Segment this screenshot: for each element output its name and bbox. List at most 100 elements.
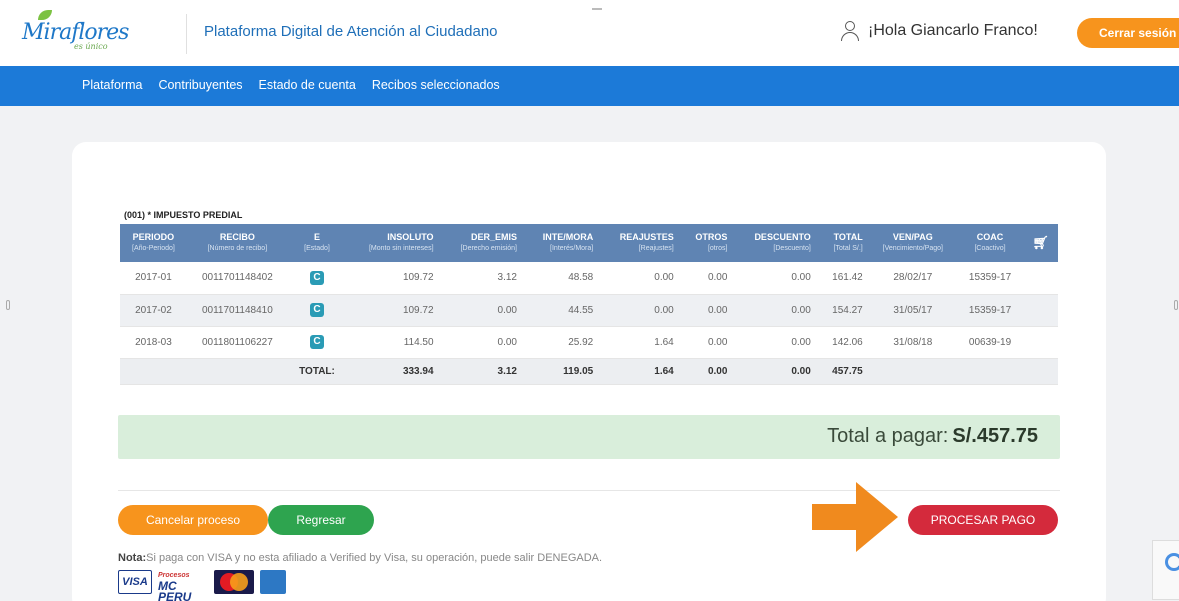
- cell-empty: [956, 358, 1024, 385]
- cell-empty: [120, 358, 187, 385]
- payment-note: Nota:Si paga con VISA y no esta afiliado…: [118, 552, 602, 564]
- col-estado: E [Estado]: [287, 224, 347, 262]
- cell-periodo: 2018-03: [120, 326, 187, 359]
- nav-item-contribuyentes[interactable]: Contribuyentes: [158, 78, 242, 92]
- right-edge-marker: [1174, 300, 1178, 310]
- cell-der-emis: 0.00: [439, 326, 523, 359]
- total-to-pay-amount: S/.457.75: [952, 425, 1038, 447]
- process-payment-button[interactable]: PROCESAR PAGO: [908, 505, 1058, 535]
- cell-empty: [1023, 294, 1058, 327]
- cell-estado: C: [287, 326, 347, 359]
- table-row: 2017-01 0011701148402 C 109.72 3.12 48.5…: [120, 262, 1058, 295]
- payment-methods: VISA Procesos MC PERU: [118, 570, 292, 601]
- total-otros: 0.00: [679, 358, 734, 385]
- total-insoluto: 333.94: [346, 358, 440, 385]
- col-ven-pag: VEN/PAG [Vencimiento/Pago]: [868, 224, 957, 262]
- mc-peru-text: MC PERU: [158, 579, 192, 601]
- left-edge-marker: [6, 300, 10, 310]
- top-handle: [592, 8, 602, 10]
- breadcrumb-nav: Plataforma Contribuyentes Estado de cuen…: [0, 66, 1179, 106]
- mc-peru-logo-icon: Procesos MC PERU: [158, 570, 208, 601]
- recaptcha-badge[interactable]: [1152, 540, 1179, 600]
- col-descuento: DESCUENTO [Descuento]: [733, 224, 817, 262]
- col-inte-mora: INTE/MORA [Interés/Mora]: [522, 224, 600, 262]
- col-recibo: RECIBO [Número de recibo]: [186, 224, 288, 262]
- col-periodo: PERIODO [Año-Periodo]: [120, 224, 187, 262]
- nav-item-plataforma[interactable]: Plataforma: [82, 78, 142, 92]
- estado-badge: C: [310, 270, 324, 285]
- user-icon: [840, 20, 862, 42]
- cart-icon[interactable]: 🛒︎: [1032, 235, 1049, 250]
- nav-item-recibos-seleccionados[interactable]: Recibos seleccionados: [372, 78, 500, 92]
- cell-inte-mora: 25.92: [522, 326, 600, 359]
- totals-row: TOTAL: 333.94 3.12 119.05 1.64 0.00 0.00…: [120, 358, 1058, 385]
- cell-estado: C: [287, 262, 347, 295]
- estado-badge: C: [310, 335, 324, 349]
- cell-reajustes: 0.00: [599, 262, 680, 295]
- cell-otros: 0.00: [679, 294, 734, 327]
- cell-total: 161.42: [816, 262, 869, 295]
- arrow-pointer-icon: [812, 482, 898, 552]
- receipts-table: PERIODO [Año-Periodo] RECIBO [Número de re…: [120, 224, 1058, 385]
- cell-der-emis: 3.12: [439, 262, 523, 295]
- cell-empty: [1023, 358, 1058, 385]
- col-cart: 🛒︎: [1023, 224, 1058, 262]
- cell-reajustes: 1.64: [599, 326, 680, 359]
- cancel-process-button[interactable]: Cancelar proceso: [118, 505, 268, 535]
- cell-coac: 15359-17: [956, 294, 1024, 327]
- cell-inte-mora: 44.55: [522, 294, 600, 327]
- col-insoluto: INSOLUTO [Monto sin intereses]: [346, 224, 440, 262]
- note-label: Nota:: [118, 552, 147, 564]
- app-title: Plataforma Digital de Atención al Ciudad…: [204, 23, 498, 40]
- receipts-card: (001) * IMPUESTO PREDIAL PERIODO [Año-Per…: [72, 142, 1106, 601]
- cell-insoluto: 109.72: [346, 294, 440, 327]
- cell-coac: 00639-19: [956, 326, 1024, 359]
- total-to-pay: Total a pagar: S/.457.75: [827, 425, 1038, 448]
- cell-descuento: 0.00: [733, 262, 817, 295]
- cell-recibo: 0011701148410: [186, 294, 288, 327]
- header: Miraflores es único Plataforma Digital d…: [0, 0, 1179, 66]
- logout-button[interactable]: Cerrar sesión: [1077, 18, 1179, 48]
- cell-coac: 15359-17: [956, 262, 1024, 295]
- cell-recibo: 0011701148402: [186, 262, 288, 295]
- amex-logo-icon: [260, 570, 286, 594]
- totals-label: TOTAL:: [287, 358, 347, 385]
- col-reajustes: REAJUSTES [Reajustes]: [599, 224, 680, 262]
- col-coac: COAC [Coactivo]: [956, 224, 1024, 262]
- cell-reajustes: 0.00: [599, 294, 680, 327]
- cell-empty: [186, 358, 288, 385]
- logo-subtext: es único: [74, 42, 108, 51]
- cell-estado: C: [287, 294, 347, 327]
- col-der-emis: DER_EMIS [Derecho emisión]: [439, 224, 523, 262]
- miraflores-logo[interactable]: Miraflores es único: [14, 10, 129, 58]
- leaf-icon: [38, 10, 52, 20]
- cell-inte-mora: 48.58: [522, 262, 600, 295]
- greeting-text: ¡Hola Giancarlo Franco!: [868, 22, 1038, 39]
- cell-insoluto: 109.72: [346, 262, 440, 295]
- section-title: (001) * IMPUESTO PREDIAL: [124, 210, 243, 220]
- col-otros: OTROS [otros]: [679, 224, 734, 262]
- cell-ven-pag: 31/05/17: [868, 294, 957, 327]
- cell-descuento: 0.00: [733, 294, 817, 327]
- mastercard-logo-icon: [214, 570, 254, 594]
- cell-ven-pag: 31/08/18: [868, 326, 957, 359]
- table-row: 2017-02 0011701148410 C 109.72 0.00 44.5…: [120, 294, 1058, 327]
- cell-recibo: 0011801106227: [186, 326, 288, 359]
- cell-periodo: 2017-02: [120, 294, 187, 327]
- cell-descuento: 0.00: [733, 326, 817, 359]
- total-der-emis: 3.12: [439, 358, 523, 385]
- cell-total: 154.27: [816, 294, 869, 327]
- cell-total: 142.06: [816, 326, 869, 359]
- total-to-pay-bar: Total a pagar: S/.457.75: [118, 415, 1060, 459]
- visa-logo-icon: VISA: [118, 570, 152, 594]
- back-button[interactable]: Regresar: [268, 505, 374, 535]
- note-text: Si paga con VISA y no esta afiliado a Ve…: [146, 552, 603, 564]
- col-total: TOTAL [Total S/.]: [816, 224, 869, 262]
- cell-empty: [1023, 262, 1058, 295]
- total-to-pay-label: Total a pagar:: [827, 425, 949, 447]
- recaptcha-icon: [1165, 553, 1179, 571]
- total-reajustes: 1.64: [599, 358, 680, 385]
- cell-otros: 0.00: [679, 262, 734, 295]
- nav-item-estado-de-cuenta[interactable]: Estado de cuenta: [259, 78, 356, 92]
- cell-otros: 0.00: [679, 326, 734, 359]
